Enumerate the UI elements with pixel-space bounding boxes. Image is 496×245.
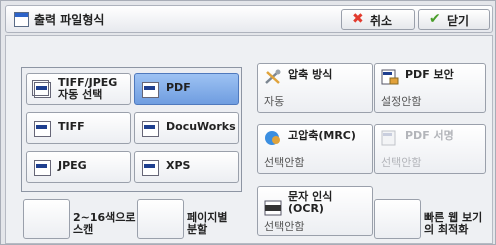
- dialog-frame: 출력 파일형식 ✖ 취소 ✔ 닫기 TIFF/JPEG 자동 선택 PDF TI…: [0, 0, 496, 245]
- option-xps[interactable]: XPS: [134, 151, 239, 183]
- compression-button[interactable]: 압축 방식 자동: [257, 63, 373, 113]
- close-button[interactable]: ✔ 닫기: [418, 9, 490, 30]
- fast-web-checkbox[interactable]: [374, 199, 421, 239]
- file-icon: [142, 82, 159, 98]
- pdf-security-button[interactable]: PDF 보안 설정안함: [374, 63, 486, 113]
- file-icon: [142, 121, 159, 137]
- window-icon: [14, 12, 29, 27]
- option-tiff-jpeg-auto[interactable]: TIFF/JPEG 자동 선택: [26, 73, 131, 105]
- mrc-icon: [265, 131, 280, 145]
- color-scan-label: 2~16색으로 스캔: [73, 211, 136, 236]
- pdf-signature-button[interactable]: PDF 서명 선택안함: [374, 124, 486, 174]
- file-multi-icon: [32, 80, 51, 98]
- split-pages-label: 페이지별 분할: [187, 211, 228, 236]
- file-icon: [142, 160, 159, 176]
- pdf-security-title: PDF 보안: [405, 68, 454, 81]
- high-compression-title: 고압축(MRC): [288, 129, 356, 142]
- cancel-button[interactable]: ✖ 취소: [341, 9, 415, 30]
- title-bar: 출력 파일형식 ✖ 취소 ✔ 닫기: [5, 5, 493, 33]
- format-group: TIFF/JPEG 자동 선택 PDF TIFF DocuWorks JPEG: [21, 67, 242, 192]
- option-label: PDF: [166, 81, 191, 94]
- signature-document-icon: [381, 130, 396, 146]
- settings-panel: TIFF/JPEG 자동 선택 PDF TIFF DocuWorks JPEG: [5, 35, 493, 244]
- option-pdf[interactable]: PDF: [134, 73, 239, 105]
- ocr-icon: [264, 200, 282, 216]
- x-icon: ✖: [352, 11, 364, 27]
- option-label: XPS: [166, 159, 191, 172]
- ocr-value: 선택안함: [264, 220, 305, 233]
- option-label: 자동 선택: [58, 88, 103, 101]
- option-label: JPEG: [58, 159, 87, 172]
- lock-document-icon: [381, 69, 399, 85]
- file-icon: [34, 121, 51, 137]
- ocr-title: (OCR): [288, 202, 324, 215]
- high-compression-button[interactable]: 고압축(MRC) 선택안함: [257, 124, 373, 174]
- color-scan-checkbox[interactable]: [23, 199, 70, 239]
- split-pages-checkbox[interactable]: [137, 199, 184, 239]
- ocr-button[interactable]: 문자 인식 (OCR) 선택안함: [257, 186, 373, 236]
- tools-icon: [265, 69, 281, 84]
- compression-title: 압축 방식: [288, 68, 333, 81]
- pdf-signature-title: PDF 서명: [405, 129, 454, 142]
- check-icon: ✔: [429, 11, 441, 27]
- option-label: TIFF: [58, 120, 85, 133]
- high-compression-value: 선택안함: [264, 156, 305, 169]
- option-jpeg[interactable]: JPEG: [26, 151, 131, 183]
- pdf-signature-value: 선택안함: [381, 156, 422, 169]
- page-title: 출력 파일형식: [34, 13, 105, 27]
- compression-value: 자동: [264, 95, 285, 108]
- option-tiff[interactable]: TIFF: [26, 112, 131, 144]
- option-docuworks[interactable]: DocuWorks: [134, 112, 239, 144]
- option-label: DocuWorks: [166, 120, 236, 133]
- pdf-security-value: 설정안함: [381, 95, 422, 108]
- file-icon: [34, 160, 51, 176]
- fast-web-label: 빠른 웹 보기 의 최적화: [424, 211, 483, 236]
